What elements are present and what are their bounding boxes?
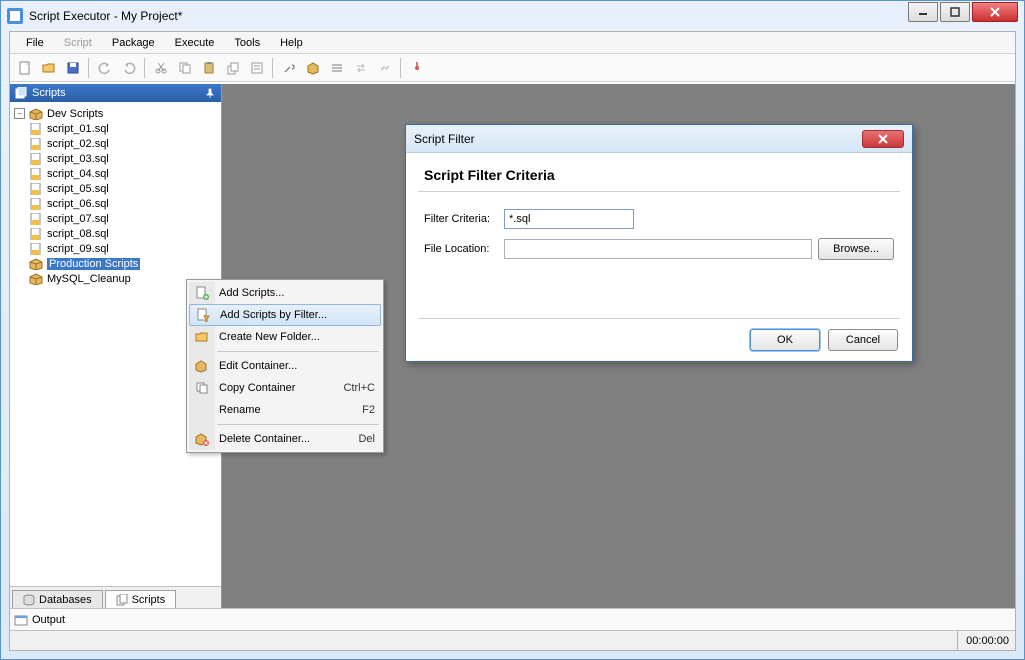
tree-node-script[interactable]: script_09.sql: [12, 241, 219, 256]
page-add-icon: [194, 285, 210, 301]
copy-icon[interactable]: [174, 57, 196, 79]
sql-file-icon: [28, 182, 44, 196]
duplicate-icon[interactable]: [222, 57, 244, 79]
tree-node-script[interactable]: script_07.sql: [12, 211, 219, 226]
cancel-button[interactable]: Cancel: [828, 329, 898, 351]
scripts-header-icon: [14, 86, 28, 100]
tree-node-script[interactable]: script_03.sql: [12, 151, 219, 166]
paste-icon[interactable]: [198, 57, 220, 79]
tree-node-dev-scripts[interactable]: − Dev Scripts: [12, 106, 219, 121]
file-location-label: File Location:: [424, 243, 498, 255]
box-icon: [28, 107, 44, 121]
ctx-copy-container[interactable]: Copy Container Ctrl+C: [189, 377, 381, 399]
menu-help[interactable]: Help: [270, 34, 313, 52]
close-button[interactable]: [972, 2, 1018, 22]
sql-file-icon: [28, 197, 44, 211]
sql-file-icon: [28, 152, 44, 166]
file-location-input[interactable]: [504, 239, 812, 259]
run-icon[interactable]: [406, 57, 428, 79]
tree-node-production-scripts[interactable]: Production Scripts: [12, 256, 219, 271]
ctx-edit-container[interactable]: Edit Container...: [189, 355, 381, 377]
folder-icon: [194, 329, 210, 345]
script-filter-dialog: Script Filter Script Filter Criteria Fil…: [405, 124, 913, 362]
ctx-delete-container[interactable]: Delete Container... Del: [189, 428, 381, 450]
page-filter-icon: [195, 307, 211, 323]
collapse-icon[interactable]: −: [14, 108, 25, 119]
open-icon[interactable]: [38, 57, 60, 79]
tab-scripts[interactable]: Scripts: [105, 590, 177, 609]
tree-node-script[interactable]: script_06.sql: [12, 196, 219, 211]
list-icon[interactable]: [326, 57, 348, 79]
filter-criteria-label: Filter Criteria:: [424, 213, 498, 225]
ctx-rename[interactable]: Rename F2: [189, 399, 381, 421]
minimize-button[interactable]: [908, 2, 938, 22]
output-strip[interactable]: Output: [10, 608, 1015, 630]
sql-file-icon: [28, 167, 44, 181]
context-menu: Add Scripts... Add Scripts by Filter... …: [186, 279, 384, 453]
new-icon[interactable]: [14, 57, 36, 79]
tab-databases[interactable]: Databases: [12, 590, 103, 609]
undo-icon[interactable]: [94, 57, 116, 79]
sql-file-icon: [28, 137, 44, 151]
menu-package[interactable]: Package: [102, 34, 165, 52]
copy-icon: [194, 380, 210, 396]
box-icon: [28, 257, 44, 271]
swap-icon[interactable]: [350, 57, 372, 79]
ok-button[interactable]: OK: [750, 329, 820, 351]
ctx-add-scripts[interactable]: Add Scripts...: [189, 282, 381, 304]
database-icon: [23, 594, 35, 606]
sql-file-icon: [28, 242, 44, 256]
menu-script: Script: [54, 34, 102, 52]
toolbar: [10, 54, 1015, 82]
dialog-title: Script Filter: [414, 132, 475, 146]
redo-icon[interactable]: [118, 57, 140, 79]
browse-button[interactable]: Browse...: [818, 238, 894, 260]
sql-file-icon: [28, 227, 44, 241]
box-icon: [28, 272, 44, 286]
package-icon[interactable]: [302, 57, 324, 79]
sql-file-icon: [28, 122, 44, 136]
wrench-icon[interactable]: [278, 57, 300, 79]
menu-bar: File Script Package Execute Tools Help: [10, 32, 1015, 54]
tree-node-script[interactable]: script_08.sql: [12, 226, 219, 241]
tree-node-script[interactable]: script_04.sql: [12, 166, 219, 181]
menu-tools[interactable]: Tools: [224, 34, 270, 52]
properties-icon[interactable]: [246, 57, 268, 79]
panel-title: Scripts: [32, 87, 66, 99]
save-icon[interactable]: [62, 57, 84, 79]
output-label: Output: [32, 614, 65, 626]
dialog-close-button[interactable]: [862, 130, 904, 148]
maximize-button[interactable]: [940, 2, 970, 22]
tree-node-script[interactable]: script_02.sql: [12, 136, 219, 151]
sql-file-icon: [28, 212, 44, 226]
app-icon: [7, 8, 23, 24]
status-bar: 00:00:00: [10, 630, 1015, 650]
dialog-heading: Script Filter Criteria: [406, 153, 912, 191]
ctx-add-scripts-filter[interactable]: Add Scripts by Filter...: [189, 304, 381, 326]
window-title: Script Executor - My Project*: [29, 9, 182, 23]
dialog-titlebar[interactable]: Script Filter: [406, 125, 912, 153]
tree-node-script[interactable]: script_01.sql: [12, 121, 219, 136]
ctx-new-folder[interactable]: Create New Folder...: [189, 326, 381, 348]
menu-execute[interactable]: Execute: [165, 34, 225, 52]
link-icon[interactable]: [374, 57, 396, 79]
tree-node-script[interactable]: script_05.sql: [12, 181, 219, 196]
filter-criteria-input[interactable]: [504, 209, 634, 229]
output-icon: [14, 613, 28, 627]
cut-icon[interactable]: [150, 57, 172, 79]
box-edit-icon: [194, 358, 210, 374]
scripts-tab-icon: [116, 594, 128, 606]
pin-icon[interactable]: [203, 86, 217, 100]
panel-header-scripts: Scripts: [10, 84, 221, 102]
window-titlebar: Script Executor - My Project*: [1, 1, 1024, 31]
menu-file[interactable]: File: [16, 34, 54, 52]
box-delete-icon: [194, 431, 210, 447]
status-time: 00:00:00: [957, 631, 1009, 650]
